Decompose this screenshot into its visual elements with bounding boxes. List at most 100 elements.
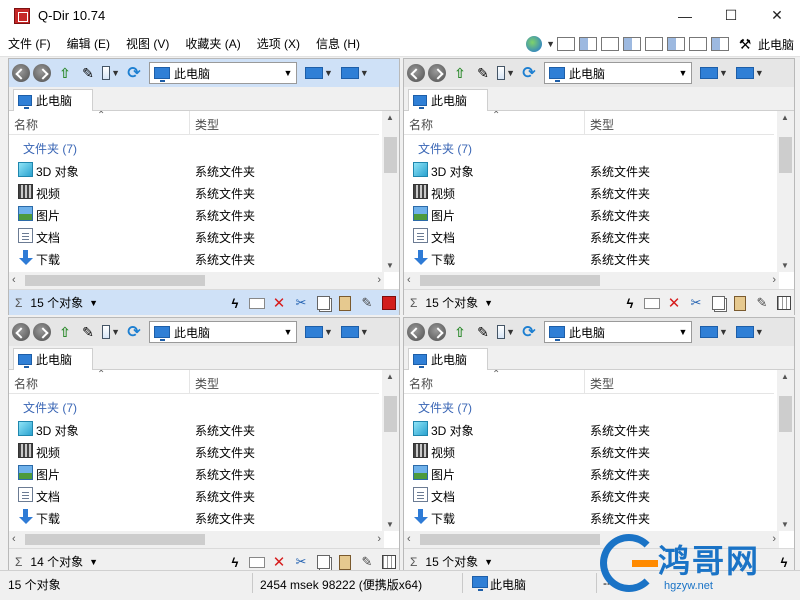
back-button-icon[interactable] [407, 323, 425, 341]
address-dropdown-icon[interactable]: ▼ [675, 327, 691, 337]
vertical-scrollbar[interactable]: ▲ ▼ [382, 370, 399, 531]
list-item[interactable]: 3D 对象 系统文件夹 [9, 159, 379, 181]
list-item[interactable]: 文档 系统文件夹 [404, 225, 774, 247]
delete-icon[interactable]: ✕ [271, 295, 287, 312]
column-type-header[interactable]: 类型 [195, 116, 219, 133]
column-name-header[interactable]: 名称 [14, 375, 38, 392]
column-type-header[interactable]: 类型 [195, 375, 219, 392]
forward-button-icon[interactable] [33, 64, 51, 82]
list-item[interactable]: 视频 系统文件夹 [404, 440, 774, 462]
quick-links-icon[interactable]: ✎ [474, 323, 492, 341]
scroll-left-icon[interactable]: ‹ [407, 533, 411, 545]
tab-this-pc[interactable]: 此电脑 [408, 89, 488, 111]
forward-button-icon[interactable] [33, 323, 51, 341]
tab-this-pc[interactable]: 此电脑 [13, 89, 93, 111]
scroll-down-icon[interactable]: ▼ [781, 261, 789, 270]
delete-icon[interactable]: ✕ [666, 295, 682, 312]
back-button-icon[interactable] [12, 64, 30, 82]
file-list[interactable]: 名称 ⌃ 类型 文件夹 (7) 3D 对象 系统文件夹 视频 系统文件夹 图片 系统文… [9, 370, 399, 548]
group-header[interactable]: 文件夹 (7) [418, 399, 472, 416]
scroll-thumb[interactable] [384, 396, 397, 432]
grid-toggle-button[interactable] [776, 295, 792, 311]
send-mail-button[interactable] [644, 295, 660, 311]
address-bar[interactable]: 此电脑 ▼ [149, 321, 297, 343]
tools-icon[interactable]: ⚒ [736, 35, 754, 53]
list-item[interactable]: 文档 系统文件夹 [9, 484, 379, 506]
tab-this-pc[interactable]: 此电脑 [408, 348, 488, 370]
paste-button[interactable] [732, 295, 748, 311]
cut-icon[interactable]: ✂ [688, 295, 704, 311]
properties-brush-icon[interactable]: ✎ [754, 295, 770, 311]
up-folder-icon[interactable]: ⇧ [56, 323, 74, 341]
scroll-up-icon[interactable]: ▲ [386, 113, 394, 122]
minimize-button[interactable]: — [662, 0, 708, 31]
q-dir-app-icon[interactable] [14, 7, 30, 24]
scroll-thumb[interactable] [779, 137, 792, 173]
view-mode-button[interactable]: ▼ [497, 323, 515, 341]
chevron-down-icon[interactable]: ▼ [89, 557, 98, 567]
chevron-down-icon[interactable]: ▼ [360, 327, 369, 337]
list-item[interactable]: 图片 系统文件夹 [404, 203, 774, 225]
address-text[interactable]: 此电脑 [174, 65, 280, 82]
horizontal-scrollbar[interactable]: ‹ › [9, 272, 384, 289]
send-mail-button[interactable] [249, 554, 265, 570]
layout-vertical-split-icon[interactable] [622, 37, 641, 51]
address-bar[interactable]: 此电脑 ▼ [544, 62, 692, 84]
column-type-header[interactable]: 类型 [590, 116, 614, 133]
list-item[interactable]: 视频 系统文件夹 [9, 181, 379, 203]
scroll-up-icon[interactable]: ▲ [781, 372, 789, 381]
view-mode-button[interactable]: ▼ [497, 64, 515, 82]
scroll-left-icon[interactable]: ‹ [12, 274, 16, 286]
scroll-right-icon[interactable]: › [772, 274, 776, 286]
monitor-icon[interactable] [700, 326, 718, 338]
properties-brush-icon[interactable]: ✎ [359, 554, 375, 570]
chevron-down-icon[interactable]: ▼ [360, 68, 369, 78]
chevron-down-icon[interactable]: ▼ [719, 68, 728, 78]
monitor-alt-icon[interactable] [735, 326, 754, 338]
file-list[interactable]: 名称 ⌃ 类型 文件夹 (7) 3D 对象 系统文件夹 视频 系统文件夹 图片 系统文… [9, 111, 399, 289]
close-button[interactable]: ✕ [754, 0, 800, 31]
list-item[interactable]: 文档 系统文件夹 [9, 225, 379, 247]
list-item[interactable]: 视频 系统文件夹 [404, 181, 774, 203]
list-item[interactable]: 3D 对象 系统文件夹 [9, 418, 379, 440]
address-dropdown-icon[interactable]: ▼ [280, 68, 296, 78]
up-folder-icon[interactable]: ⇧ [451, 323, 469, 341]
tab-this-pc[interactable]: 此电脑 [13, 348, 93, 370]
layout-quad-icon[interactable] [556, 37, 575, 51]
refresh-icon[interactable]: ⟳ [125, 64, 143, 82]
menu-location-label[interactable]: 此电脑 [758, 36, 794, 53]
address-dropdown-icon[interactable]: ▼ [280, 327, 296, 337]
scroll-thumb[interactable] [420, 534, 600, 545]
scroll-down-icon[interactable]: ▼ [386, 520, 394, 529]
forward-button-icon[interactable] [428, 323, 446, 341]
column-divider[interactable] [584, 111, 585, 135]
address-text[interactable]: 此电脑 [174, 324, 280, 341]
cut-icon[interactable]: ✂ [293, 295, 309, 311]
paste-button[interactable] [337, 295, 353, 311]
refresh-icon[interactable]: ⟳ [520, 64, 538, 82]
address-text[interactable]: 此电脑 [569, 65, 675, 82]
back-button-icon[interactable] [407, 64, 425, 82]
chevron-down-icon[interactable]: ▼ [719, 327, 728, 337]
layout-extra-icon[interactable] [710, 37, 729, 51]
scroll-up-icon[interactable]: ▲ [386, 372, 394, 381]
quick-links-icon[interactable]: ✎ [79, 64, 97, 82]
maximize-button[interactable]: ☐ [708, 0, 754, 31]
layout-horizontal-split-icon[interactable] [644, 37, 663, 51]
paste-button[interactable] [337, 554, 353, 570]
monitor-alt-icon[interactable] [735, 67, 754, 79]
layout-tabs-icon[interactable] [688, 37, 707, 51]
lightning-icon[interactable]: ϟ [227, 295, 243, 311]
list-item[interactable]: 视频 系统文件夹 [9, 440, 379, 462]
layout-3-panes-alt-icon[interactable] [600, 37, 619, 51]
address-bar[interactable]: 此电脑 ▼ [544, 321, 692, 343]
refresh-icon[interactable]: ⟳ [520, 323, 538, 341]
column-type-header[interactable]: 类型 [590, 375, 614, 392]
chevron-down-icon[interactable]: ▼ [546, 39, 555, 49]
list-item[interactable]: 下载 系统文件夹 [404, 506, 774, 528]
address-text[interactable]: 此电脑 [569, 324, 675, 341]
delete-icon[interactable]: ✕ [271, 554, 287, 571]
vertical-scrollbar[interactable]: ▲ ▼ [382, 111, 399, 272]
grid-toggle-button[interactable] [381, 295, 397, 311]
forward-button-icon[interactable] [428, 64, 446, 82]
